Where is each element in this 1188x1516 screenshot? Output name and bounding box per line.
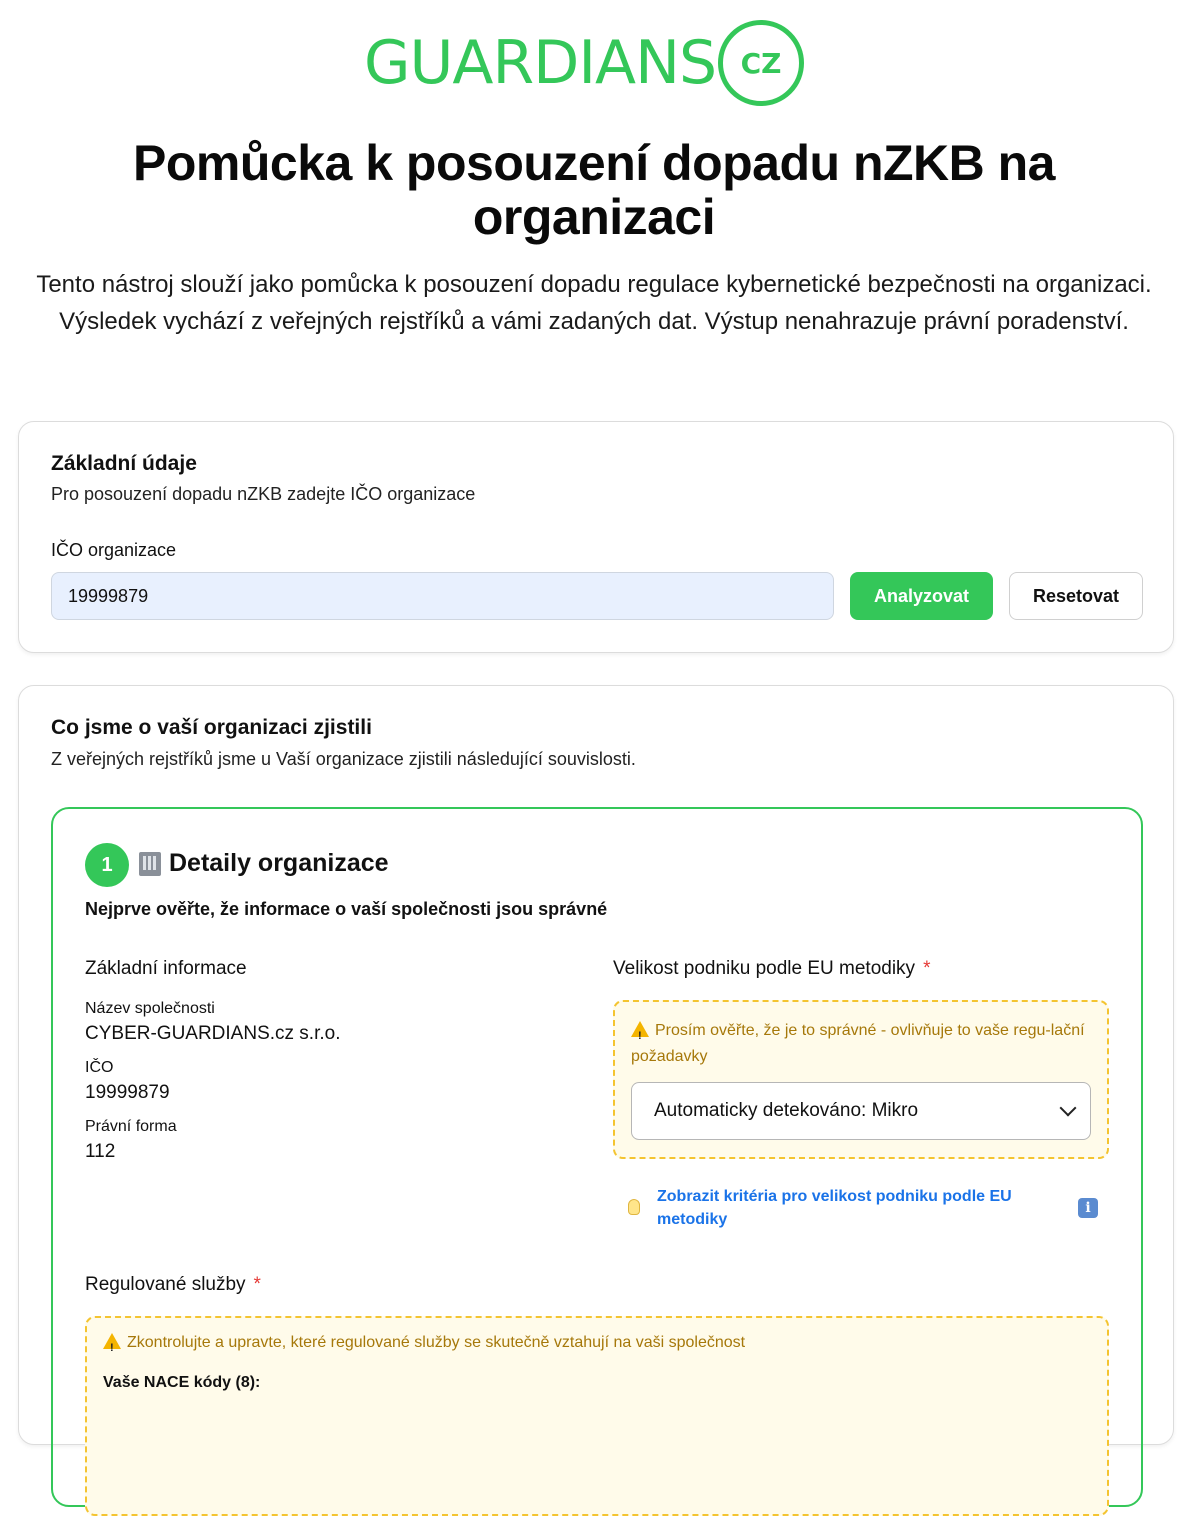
regulated-services-warning: Zkontrolujte a upravte, které regulované…	[103, 1330, 746, 1361]
company-size-warning-text: Prosím ověřte, že je to správné - ovlivň…	[631, 1022, 1085, 1065]
company-size-select[interactable]: Automaticky detekováno: Mikro	[631, 1082, 1091, 1140]
basic-info-card: Základní údaje Pro posouzení dopadu nZKB…	[18, 421, 1174, 653]
logo-badge: CZ	[718, 20, 805, 106]
ico-label: IČO organizace	[51, 540, 177, 560]
company-size-heading: Velikost podniku podle EU metodiky *	[613, 958, 930, 980]
required-marker: *	[923, 958, 931, 979]
logo-text: GUARDIANS	[364, 28, 717, 98]
info-icon[interactable]: i	[1078, 1198, 1098, 1218]
company-size-warning: Prosím ověřte, že je to správné - ovlivň…	[631, 1018, 1091, 1070]
required-marker: *	[253, 1274, 261, 1295]
logo: GUARDIANS CZ	[364, 18, 805, 108]
warning-icon	[631, 1021, 649, 1049]
organization-details-section: 1 Detaily organizace Nejprve ověřte, že …	[51, 807, 1143, 1516]
findings-card: Co jsme o vaší organizaci zjistili Z veř…	[18, 685, 1174, 1516]
company-name-label: Název společnosti	[85, 1000, 215, 1017]
basic-info-subtitle: Pro posouzení dopadu nZKB zadejte IČO or…	[51, 484, 476, 504]
size-criteria-link[interactable]: Zobrazit kritéria pro velikost podniku p…	[657, 1185, 1037, 1231]
regulated-services-heading-text: Regulované služby	[85, 1274, 246, 1295]
ico-input[interactable]	[51, 572, 834, 620]
company-size-heading-text: Velikost podniku podle EU metodiky	[613, 958, 916, 979]
regulated-services-warning-text: Zkontrolujte a upravte, které regulované…	[127, 1334, 746, 1351]
findings-title: Co jsme o vaší organizaci zjistili	[51, 716, 372, 739]
step-title-text: Detaily organizace	[169, 849, 389, 877]
warning-icon	[103, 1333, 121, 1361]
legal-form-value: 112	[85, 1141, 116, 1162]
basic-info-title: Základní údaje	[51, 452, 197, 475]
step-title: Detaily organizace	[139, 849, 389, 878]
analyze-button[interactable]: Analyzovat	[850, 572, 993, 620]
legal-form-label: Právní forma	[85, 1118, 177, 1135]
reset-button[interactable]: Resetovat	[1009, 572, 1143, 620]
chevron-down-icon	[1059, 1099, 1077, 1117]
lightbulb-icon	[628, 1199, 640, 1215]
page-intro: Tento nástroj slouží jako pomůcka k poso…	[36, 271, 1152, 335]
company-name-value: CYBER-GUARDIANS.cz s.r.o.	[85, 1023, 341, 1044]
company-ico-value: 19999879	[85, 1082, 170, 1103]
findings-subtitle: Z veřejných rejstříků jsme u Vaší organi…	[51, 749, 636, 769]
company-size-warning-box: Prosím ověřte, že je to správné - ovlivň…	[613, 1000, 1109, 1159]
step-number-badge: 1	[85, 843, 129, 887]
basic-info-heading: Základní informace	[85, 958, 247, 979]
step-description: Nejprve ověřte, že informace o vaší spol…	[85, 899, 608, 919]
office-building-icon	[139, 851, 161, 876]
regulated-services-warning-box: Zkontrolujte a upravte, které regulované…	[85, 1316, 1109, 1516]
regulated-services-heading: Regulované služby *	[85, 1274, 261, 1296]
company-size-selected-value: Automaticky detekováno: Mikro	[654, 1100, 919, 1121]
company-ico-label: IČO	[85, 1059, 114, 1076]
nace-codes-label: Vaše NACE kódy (8):	[103, 1374, 261, 1391]
page-title: Pomůcka k posouzení dopadu nZKB na organ…	[133, 135, 1055, 245]
